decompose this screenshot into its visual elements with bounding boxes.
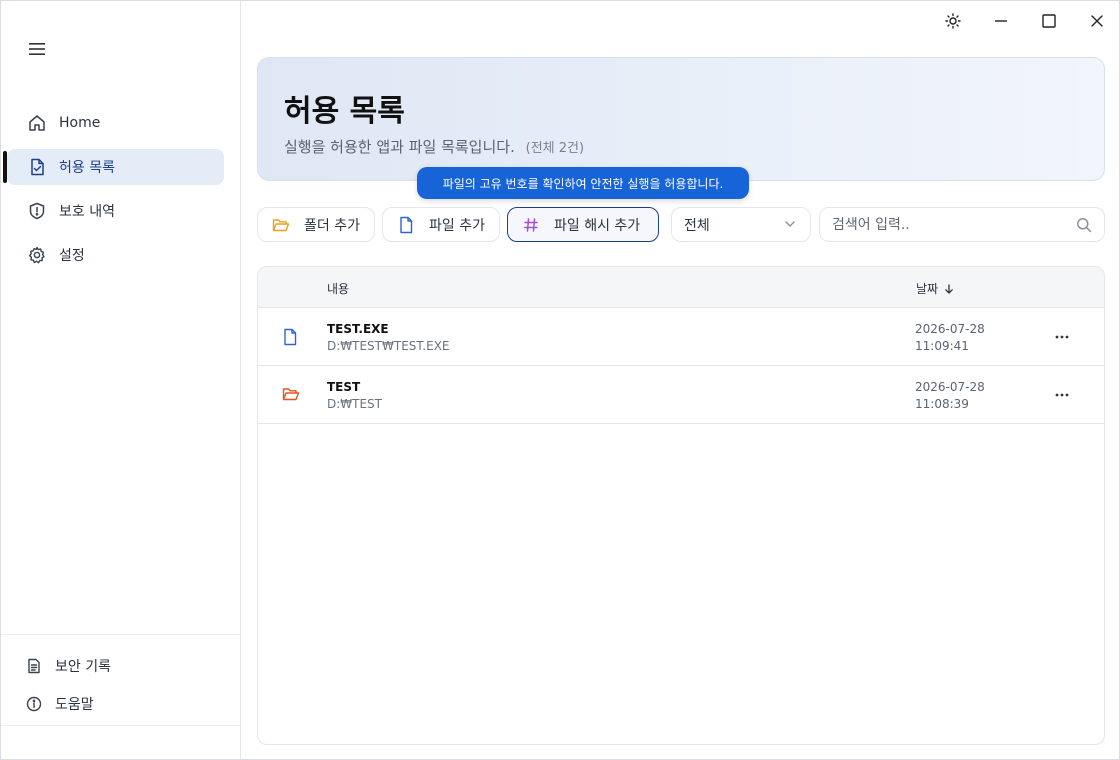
row-path: D:₩TEST₩TEST.EXE	[327, 339, 450, 353]
row-name: TEST.EXE	[327, 322, 389, 336]
info-icon	[25, 695, 43, 713]
add-folder-label: 폴더 추가	[304, 217, 360, 234]
sidebar-item-label: 보안 기록	[55, 659, 111, 675]
add-file-button[interactable]: 파일 추가	[382, 207, 500, 242]
close-button[interactable]	[1077, 7, 1117, 35]
sidebar-item-label: 설정	[59, 248, 85, 264]
gear-icon	[27, 245, 47, 265]
item-count: (전체 2건)	[525, 141, 585, 156]
row-path: D:₩TEST	[327, 397, 383, 411]
minimize-button[interactable]	[981, 7, 1021, 35]
sidebar-bottom: 보안 기록 도움말	[1, 634, 240, 726]
row-time: 11:08:39	[915, 397, 969, 411]
more-horizontal-icon	[1055, 335, 1069, 339]
table-row[interactable]: TEST D:₩TEST 2026-07-28 11:08:39	[258, 366, 1104, 424]
page-subtitle-text: 실행을 허용한 앱과 파일 목록입니다.	[284, 138, 515, 156]
sidebar-item-label: 보호 내역	[59, 204, 115, 220]
row-date: 2026-07-28	[915, 322, 985, 336]
hash-icon	[522, 216, 540, 234]
page-title: 허용 목록	[284, 94, 405, 129]
minimize-icon	[995, 20, 1007, 22]
add-file-hash-label: 파일 해시 추가	[554, 217, 641, 234]
filter-dropdown[interactable]: 전체	[671, 207, 811, 242]
folder-open-icon	[272, 216, 290, 234]
sidebar-item-home[interactable]: Home	[7, 105, 224, 141]
maximize-button[interactable]	[1029, 7, 1069, 35]
shield-alert-icon	[27, 201, 47, 221]
chevron-down-icon	[784, 218, 796, 234]
add-file-hash-button[interactable]: 파일 해시 추가	[507, 207, 659, 242]
sidebar: Home 허용 목록 보호 내역 설정 보안 기록 도움말	[1, 1, 241, 759]
sun-icon	[945, 13, 961, 29]
document-icon	[25, 657, 43, 675]
page-subtitle: 실행을 허용한 앱과 파일 목록입니다. (전체 2건)	[284, 136, 584, 157]
folder-open-icon	[282, 386, 300, 404]
more-horizontal-icon	[1055, 393, 1069, 397]
sidebar-item-label: Home	[59, 115, 101, 131]
add-folder-button[interactable]: 폴더 추가	[257, 207, 375, 242]
sidebar-nav: Home 허용 목록 보호 내역 설정	[1, 105, 240, 281]
sidebar-item-protection[interactable]: 보호 내역	[7, 193, 224, 229]
maximize-icon	[1042, 14, 1056, 28]
row-more-button[interactable]	[1050, 384, 1074, 406]
home-icon	[27, 113, 47, 133]
sort-arrow-down-icon	[945, 283, 953, 294]
allowlist-table: 내용 날짜 TEST.EXE D:₩TEST₩TEST.EXE 2026-07-…	[257, 266, 1105, 745]
row-more-button[interactable]	[1050, 326, 1074, 348]
sidebar-item-allowlist[interactable]: 허용 목록	[3, 149, 224, 185]
search-icon[interactable]	[1076, 217, 1092, 237]
search-input[interactable]	[832, 215, 1062, 235]
theme-toggle-button[interactable]	[933, 7, 973, 35]
sidebar-item-security-log[interactable]: 보안 기록	[1, 647, 240, 685]
search-box	[819, 207, 1105, 242]
sidebar-item-label: 허용 목록	[59, 160, 115, 176]
add-file-label: 파일 추가	[429, 217, 485, 234]
hamburger-icon	[29, 43, 45, 55]
file-icon	[282, 328, 300, 346]
table-header: 내용 날짜	[258, 267, 1104, 308]
column-header-date-label: 날짜	[916, 282, 939, 296]
row-name: TEST	[327, 380, 361, 394]
table-row[interactable]: TEST.EXE D:₩TEST₩TEST.EXE 2026-07-28 11:…	[258, 308, 1104, 366]
row-time: 11:09:41	[915, 339, 969, 353]
row-date: 2026-07-28	[915, 380, 985, 394]
sidebar-item-help[interactable]: 도움말	[1, 685, 240, 723]
column-header-content: 내용	[327, 282, 350, 296]
page-header: 허용 목록 실행을 허용한 앱과 파일 목록입니다. (전체 2건)	[257, 57, 1105, 181]
file-icon	[397, 216, 415, 234]
filter-value: 전체	[684, 217, 710, 234]
app-window: Home 허용 목록 보호 내역 설정 보안 기록 도움말 허용 목록 실행을 …	[0, 0, 1120, 760]
column-header-date[interactable]: 날짜	[916, 280, 954, 297]
tooltip: 파일의 고유 번호를 확인하여 안전한 실행을 허용합니다.	[417, 167, 749, 199]
sidebar-item-settings[interactable]: 설정	[7, 237, 224, 273]
sidebar-item-label: 도움말	[55, 697, 94, 713]
menu-toggle-button[interactable]	[27, 39, 47, 59]
close-icon	[1091, 15, 1103, 27]
file-check-icon	[27, 157, 47, 177]
